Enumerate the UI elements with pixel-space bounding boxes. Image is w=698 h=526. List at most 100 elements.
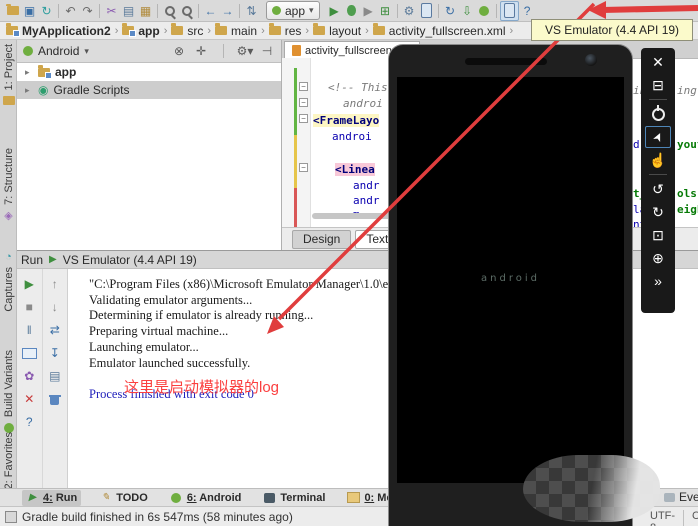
tab-todo[interactable]: ✎TODO [95, 490, 152, 506]
expand-arrow-icon[interactable]: ▸ [25, 67, 33, 78]
minimize-icon[interactable]: ⊟ [645, 74, 671, 96]
locate-icon[interactable]: ✛ [193, 43, 209, 59]
redo-icon[interactable]: ↷ [79, 2, 96, 20]
tree-item-app[interactable]: ▸ app [17, 63, 281, 81]
fold-icon[interactable]: − [299, 114, 308, 123]
code-tag: <FrameLayo [313, 114, 379, 127]
emulator-screen[interactable]: android [397, 77, 624, 483]
up-stack-icon[interactable]: ↑ [47, 277, 63, 291]
sort-icon[interactable]: ⇅ [243, 2, 260, 20]
stop-icon[interactable]: ■ [21, 300, 37, 314]
clear-console-icon[interactable] [47, 392, 63, 406]
breadcrumb-separator-icon: › [305, 25, 309, 37]
zoom-icon[interactable]: ⊕ [645, 247, 671, 269]
breadcrumb-item[interactable]: layout [313, 24, 361, 38]
vs-emulator-icon[interactable] [500, 1, 519, 21]
help-icon[interactable]: ? [21, 415, 37, 429]
gradle-sync-icon[interactable]: ↻ [442, 2, 459, 20]
rotate-right-icon[interactable]: ↻ [645, 201, 671, 223]
toolbar-tooltip: VS Emulator (4.4 API 19) [531, 19, 693, 41]
design-tab[interactable]: Design [292, 230, 351, 249]
cut-icon[interactable]: ✂ [103, 2, 120, 20]
close-icon[interactable]: ✕ [21, 392, 37, 406]
soft-wrap-icon[interactable]: ⇄ [47, 323, 63, 337]
fold-icon[interactable]: − [299, 98, 308, 107]
paste-icon[interactable]: ▦ [137, 2, 154, 20]
copy-icon[interactable]: ▤ [120, 2, 137, 20]
project-view-selector[interactable]: Android [38, 44, 79, 58]
avd-manager-icon[interactable] [418, 2, 435, 20]
tab-icon [170, 491, 183, 504]
restore-layout-icon[interactable]: ✿ [21, 369, 37, 383]
encoding-indicator[interactable]: UTF-8 [650, 510, 684, 526]
power-icon[interactable] [645, 103, 671, 125]
more-icon[interactable]: » [645, 270, 671, 292]
tab-run[interactable]: ▶4: Run [22, 490, 81, 506]
breadcrumb-item[interactable]: app [122, 24, 159, 38]
breadcrumb-item[interactable]: activity_fullscreen.xml [373, 24, 506, 38]
breadcrumb-item[interactable]: res [269, 24, 302, 38]
chevron-down-icon[interactable]: ▾ [84, 46, 89, 57]
breadcrumb-item[interactable]: MyApplication2 [6, 24, 111, 38]
context-indicator[interactable]: Co [692, 510, 698, 526]
search-icon[interactable] [161, 2, 178, 20]
code-comment: androi [343, 97, 383, 110]
run-coverage-icon[interactable]: ▶ [360, 2, 377, 20]
breadcrumb-item[interactable]: src [171, 24, 203, 38]
save-icon[interactable]: ▣ [21, 2, 38, 20]
down-stack-icon[interactable]: ↓ [47, 300, 63, 314]
tool-tab-captures[interactable]: ◔ Captures [0, 250, 17, 312]
undo-icon[interactable]: ↶ [62, 2, 79, 20]
event-log-tab[interactable]: Eve [664, 490, 698, 504]
code-attr: andr [353, 194, 380, 207]
run-icon[interactable]: ▶ [326, 2, 343, 20]
open-folder-icon[interactable] [4, 2, 21, 20]
dump-threads-icon[interactable] [21, 346, 37, 360]
device-monitor-icon[interactable] [476, 2, 493, 20]
toggle-toolwindows-icon[interactable] [5, 511, 17, 523]
sync-icon[interactable]: ↻ [38, 2, 55, 20]
tab-terminal[interactable]: Terminal [259, 490, 329, 506]
fold-icon[interactable]: − [299, 82, 308, 91]
sdk-manager-icon[interactable]: ⇩ [459, 2, 476, 20]
print-icon[interactable]: ▤ [47, 369, 63, 383]
code-fragment: eigh [677, 203, 698, 216]
pause-icon[interactable]: ‖ [21, 323, 37, 337]
phone-speaker [465, 58, 547, 65]
help-icon[interactable]: ? [519, 2, 536, 20]
tab-icon [263, 491, 276, 504]
breadcrumb-separator-icon: › [207, 25, 211, 37]
breadcrumb-item[interactable]: main [215, 24, 257, 38]
attach-debugger-icon[interactable]: ⊞ [377, 2, 394, 20]
tool-tab-structure[interactable]: 7: Structure ◈ [0, 148, 17, 222]
close-icon[interactable]: ✕ [645, 51, 671, 73]
structure-icon: ◈ [2, 209, 15, 222]
debug-icon[interactable] [343, 2, 360, 20]
emulator-window: android [389, 45, 632, 526]
gear-icon[interactable]: ⚙▾ [237, 43, 253, 59]
find-replace-icon[interactable] [178, 2, 195, 20]
collapse-all-icon[interactable]: ⊗ [171, 43, 187, 59]
tab-android[interactable]: 6: Android [166, 490, 246, 506]
run-panel-title: Run [21, 253, 43, 267]
rotate-left-icon[interactable]: ↺ [645, 178, 671, 200]
tree-item-gradle-scripts[interactable]: ▸ ◉ Gradle Scripts [17, 81, 281, 99]
expand-arrow-icon[interactable]: ▸ [25, 85, 33, 96]
run-configuration-selector[interactable]: app ▾ [266, 1, 320, 20]
touch-icon[interactable]: ☝ [645, 149, 671, 171]
tool-tab-build-variants[interactable]: Build Variants [0, 350, 17, 434]
fit-screen-icon[interactable]: ⊡ [645, 224, 671, 246]
forward-icon[interactable]: → [219, 2, 236, 20]
fold-icon[interactable]: − [299, 163, 308, 172]
settings-wrench-icon[interactable]: ⚙ [401, 2, 418, 20]
rerun-icon[interactable]: ▶ [21, 277, 37, 291]
hide-panel-icon[interactable]: ⊣ [259, 43, 275, 59]
code-attr: androi [332, 130, 372, 143]
scroll-to-end-icon[interactable]: ↧ [47, 346, 63, 360]
emulator-toolbar: ✕⊟ ☝ ↺↻⊡⊕» [641, 48, 675, 313]
run-configuration-label: app [285, 4, 305, 18]
back-icon[interactable]: ← [202, 2, 219, 20]
tool-tab-project[interactable]: 1: Project [0, 44, 17, 107]
cursor-icon[interactable] [645, 126, 671, 148]
breadcrumb-separator-icon: › [509, 25, 513, 37]
